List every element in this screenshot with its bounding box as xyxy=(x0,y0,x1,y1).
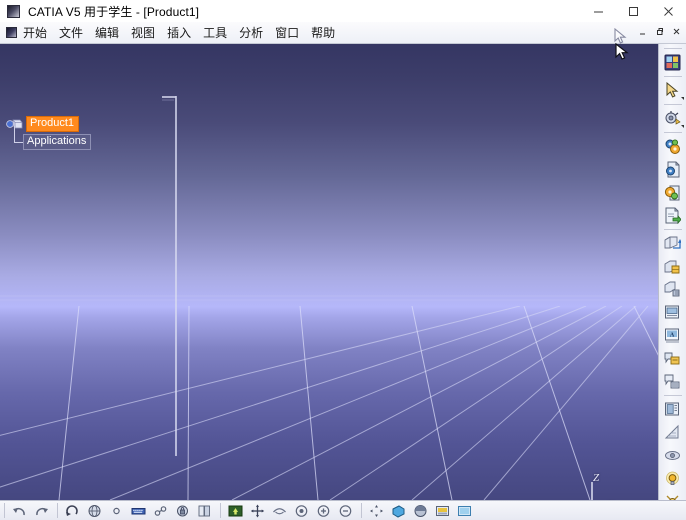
annotation-icon[interactable]: A xyxy=(661,324,685,346)
flag-note-icon[interactable] xyxy=(661,370,685,392)
assembly-constraint-icon[interactable] xyxy=(661,135,685,157)
catalog-icon[interactable] xyxy=(194,502,215,520)
mdi-window-controls xyxy=(634,24,684,39)
menu-analysis[interactable]: 分析 xyxy=(234,24,270,42)
tree-elbow-connector xyxy=(14,126,23,143)
explode-icon[interactable] xyxy=(661,278,685,300)
existing-component-icon[interactable] xyxy=(661,158,685,180)
link-icon[interactable] xyxy=(150,502,171,520)
mdi-restore-button[interactable] xyxy=(651,24,667,39)
maximize-icon xyxy=(629,6,638,16)
toolbar-separator xyxy=(663,76,682,77)
iso-view-icon[interactable] xyxy=(410,502,431,520)
menu-edit[interactable]: 编辑 xyxy=(90,24,126,42)
new-component-icon[interactable] xyxy=(661,181,685,203)
undo-icon[interactable] xyxy=(9,502,30,520)
close-icon xyxy=(664,6,673,16)
menu-help[interactable]: 帮助 xyxy=(306,24,342,42)
tree-row-product[interactable]: Product1 xyxy=(6,116,156,132)
text-with-leader-icon[interactable] xyxy=(661,347,685,369)
fly-mode-icon[interactable] xyxy=(225,502,246,520)
tree-row-applications[interactable]: Applications xyxy=(14,126,156,150)
menu-insert[interactable]: 插入 xyxy=(162,24,198,42)
measure-icon[interactable] xyxy=(661,107,685,129)
point-icon[interactable] xyxy=(106,502,127,520)
toolbar-separator xyxy=(57,503,58,518)
zoom-out-icon[interactable] xyxy=(335,502,356,520)
toolbar-separator xyxy=(663,48,682,49)
pan-icon[interactable] xyxy=(269,502,290,520)
insert-document-icon[interactable] xyxy=(661,204,685,226)
minimize-icon xyxy=(594,11,603,12)
viewport-sky-gradient xyxy=(0,44,658,308)
catia-app-icon xyxy=(7,4,20,18)
catia-application-window: CATIA V5 用于学生 - [Product1] 开始 文件 编辑 视图 插… xyxy=(0,0,686,520)
keyboard-icon[interactable] xyxy=(128,502,149,520)
fit-all-icon[interactable] xyxy=(366,502,387,520)
snap-icon[interactable] xyxy=(661,255,685,277)
update-icon[interactable] xyxy=(62,502,83,520)
tree-label-applications[interactable]: Applications xyxy=(23,134,92,150)
viewport-ground-gradient xyxy=(0,306,658,500)
minimize-button[interactable] xyxy=(581,0,616,22)
maximize-button[interactable] xyxy=(616,0,651,22)
lock-icon[interactable] xyxy=(172,502,193,520)
rotate-icon[interactable] xyxy=(291,502,312,520)
toolbar-separator xyxy=(663,104,682,105)
chevron-down-icon xyxy=(680,125,684,128)
menu-window[interactable]: 窗口 xyxy=(270,24,306,42)
window-controls xyxy=(581,0,686,22)
svg-text:A: A xyxy=(670,332,675,338)
title-bar: CATIA V5 用于学生 - [Product1] xyxy=(0,0,686,23)
mdi-close-icon xyxy=(673,28,679,35)
mdi-minimize-icon xyxy=(639,33,645,35)
scene-icon[interactable] xyxy=(661,301,685,323)
toolbar-separator xyxy=(361,503,362,518)
toolbar-separator xyxy=(663,132,682,133)
menu-start[interactable]: 开始 xyxy=(18,24,54,42)
sectioning-icon[interactable] xyxy=(661,421,685,443)
menu-bar: 开始 文件 编辑 视图 插入 工具 分析 窗口 帮助 xyxy=(0,22,686,44)
close-button[interactable] xyxy=(651,0,686,22)
catalog-browser-icon[interactable] xyxy=(661,398,685,420)
hide-show-icon[interactable] xyxy=(454,502,475,520)
specification-tree[interactable]: Product1 Applications xyxy=(6,116,156,150)
catia-document-icon xyxy=(6,27,17,38)
window-title: CATIA V5 用于学生 - [Product1] xyxy=(28,4,200,19)
normal-view-icon[interactable] xyxy=(388,502,409,520)
right-toolbar: A xyxy=(658,44,686,507)
manipulate-icon[interactable] xyxy=(661,232,685,254)
workbench-icon[interactable] xyxy=(661,51,685,73)
select-arrow-icon[interactable] xyxy=(661,79,685,101)
menu-file[interactable]: 文件 xyxy=(54,24,90,42)
menu-view[interactable]: 视图 xyxy=(126,24,162,42)
fitting-icon[interactable] xyxy=(661,444,685,466)
3d-viewport[interactable]: Z X Product1 Applications xyxy=(0,44,658,500)
mdi-minimize-button[interactable] xyxy=(634,24,650,39)
chevron-down-icon xyxy=(680,97,684,100)
toolbar-separator xyxy=(663,395,682,396)
mdi-restore-icon xyxy=(656,28,663,35)
mdi-close-button[interactable] xyxy=(668,24,684,39)
render-style-icon[interactable] xyxy=(247,502,268,520)
menu-tools[interactable]: 工具 xyxy=(198,24,234,42)
bottom-toolbar xyxy=(0,500,686,520)
zoom-in-icon[interactable] xyxy=(313,502,334,520)
toolbar-separator xyxy=(220,503,221,518)
light-source-icon[interactable] xyxy=(661,467,685,489)
tree-label-product1[interactable]: Product1 xyxy=(26,116,80,132)
shading-icon[interactable] xyxy=(432,502,453,520)
toolbar-separator xyxy=(663,229,682,230)
redo-icon[interactable] xyxy=(31,502,52,520)
globe-icon[interactable] xyxy=(84,502,105,520)
toolbar-separator xyxy=(4,503,5,518)
